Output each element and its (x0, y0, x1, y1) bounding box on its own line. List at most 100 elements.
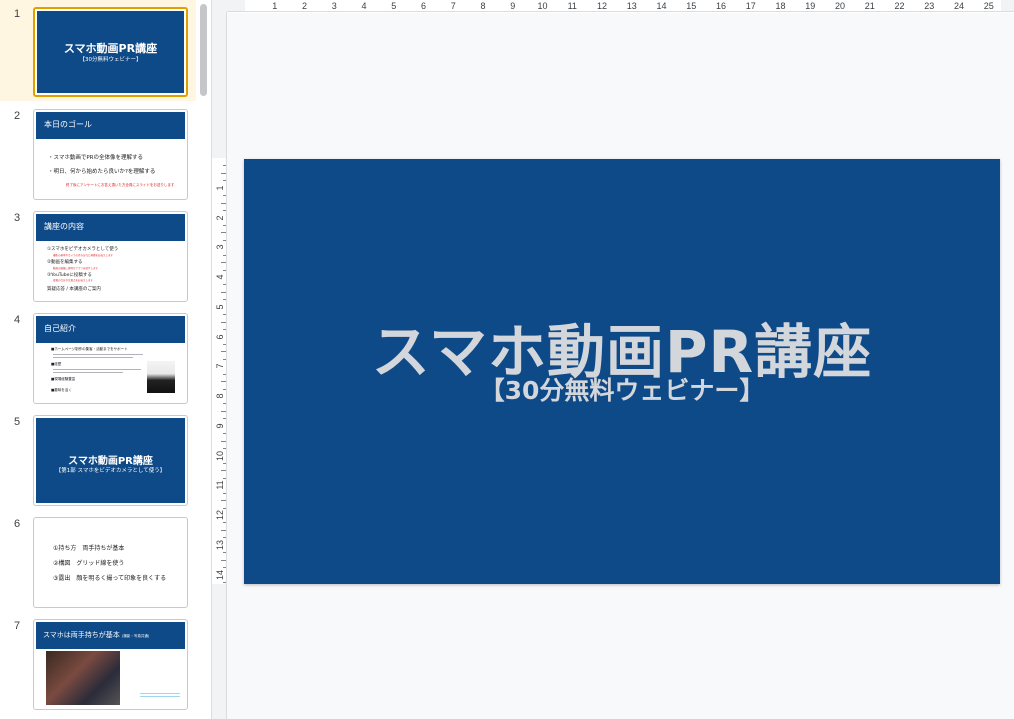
ruler-label: 19 (805, 1, 816, 11)
ruler-label: 24 (953, 1, 965, 11)
thumbnail-text-placeholder (53, 354, 143, 355)
thumbnail-line: ①持ち方 両手持ちが基本 (53, 545, 125, 552)
ruler-mark (221, 529, 226, 531)
ruler-mark (223, 343, 226, 345)
slide-thumbnail[interactable]: ①持ち方 両手持ちが基本 ②構図 グリッド線を使う ③露出 顔を明るく撮って印象… (33, 517, 188, 608)
ruler-label: 13 (215, 539, 225, 550)
ruler-mark (221, 232, 226, 234)
ruler-mark (223, 537, 226, 539)
ruler-mark (223, 507, 226, 509)
ruler-mark (221, 202, 226, 204)
ruler-mark (223, 403, 226, 405)
horizontal-ruler-page-area (245, 0, 1001, 11)
horizontal-ruler[interactable]: 1 2 3 4 5 6 7 8 9 10 11 12 13 14 15 16 17 18 19 20 21 22 23 24 2… (227, 0, 1014, 12)
thumbnail-text-placeholder (53, 357, 133, 358)
ruler-label: 4 (361, 1, 367, 11)
ruler-mark (221, 291, 226, 293)
thumbnail-note: 撮影の基本やカメラの持ち方など基礎をお伝えします (53, 254, 114, 257)
thumbnail-photo (46, 651, 120, 705)
ruler-label: 25 (983, 1, 994, 11)
ruler-label: 10 (215, 450, 225, 461)
thumbnail-decoration (140, 696, 180, 697)
filmstrip-slide-2[interactable]: 2 本日のゴール ・スマホ動画でPRの全体像を理解する ・明日、何から始めたら良… (0, 104, 196, 204)
ruler-mark (223, 373, 226, 375)
vertical-ruler[interactable]: 1 2 3 4 5 6 7 8 9 10 11 12 13 14 (212, 12, 227, 719)
thumbnail-text-placeholder (53, 369, 141, 370)
thumbnail-line: ②構図 グリッド線を使う (53, 560, 125, 567)
ruler-mark (223, 477, 226, 479)
filmstrip-scrollbar[interactable] (200, 4, 207, 96)
ruler-label: 9 (215, 423, 225, 429)
thumbnail-line: ・スマホ動画でPRの全体像を理解する (48, 155, 143, 161)
thumbnail-subtitle: 【第1部 スマホをビデオカメラとして使う】 (55, 468, 166, 474)
thumbnail-line: ③露出 顔を明るく撮って印象を良くする (53, 575, 167, 582)
ruler-label: 9 (510, 1, 516, 11)
slide-thumbnail[interactable]: 自己紹介 ■ホームページ制作の集客・活動までをサポート ■経歴 ■現場経験豊富 … (33, 313, 188, 404)
thumbnail-note: 投稿の仕方や注意点をお伝えします (53, 279, 94, 282)
filmstrip-slide-4[interactable]: 4 自己紹介 ■ホームページ制作の集客・活動までをサポート ■経歴 ■現場経験豊… (0, 308, 196, 408)
thumbnail-header-small: (撮影・写真共通) (122, 634, 150, 638)
slides-editor: 1 スマホ動画PR講座 【30分無料ウェビナー】 2 本日のゴール ・スマホ動画… (0, 0, 1014, 719)
ruler-mark (221, 321, 226, 323)
ruler-mark (223, 567, 226, 569)
thumbnail-title: スマホ動画PR講座 (68, 456, 153, 467)
filmstrip-slide-1[interactable]: 1 スマホ動画PR講座 【30分無料ウェビナー】 (0, 0, 196, 101)
ruler-label: 22 (894, 1, 905, 11)
thumbnail-line: ・明日、何から始めたら良いか?を理解する (48, 169, 156, 175)
ruler-mark (223, 448, 226, 450)
thumbnail-header-bar: スマホは両手持ちが基本 (撮影・写真共通) (36, 622, 185, 649)
thumbnail-line: ■現場経験豊富 (51, 377, 76, 381)
slide-thumbnail[interactable]: スマホ動画PR講座 【30分無料ウェビナー】 (33, 7, 188, 97)
slide-number: 5 (14, 416, 21, 428)
ruler-label: 3 (215, 244, 225, 250)
ruler-label: 6 (420, 1, 427, 11)
ruler-label: 1 (215, 185, 225, 191)
ruler-corner (212, 0, 227, 12)
thumbnail-line: ■経歴 (51, 362, 62, 366)
ruler-label: 8 (480, 1, 486, 11)
ruler-mark (223, 239, 226, 241)
ruler-label: 7 (215, 363, 225, 369)
thumbnail-line: ①スマホをビデオカメラとして使う (47, 247, 119, 252)
ruler-label: 20 (834, 1, 846, 11)
slide-thumbnail[interactable]: スマホ動画PR講座 【第1部 スマホをビデオカメラとして使う】 (33, 415, 188, 506)
ruler-label: 2 (215, 215, 225, 221)
slide-canvas[interactable]: スマホ動画PR講座 【30分無料ウェビナー】 (227, 13, 1014, 719)
thumbnail-subtitle: 【30分無料ウェビナー】 (79, 57, 142, 63)
ruler-mark (223, 358, 226, 360)
slide-thumbnail[interactable]: スマホは両手持ちが基本 (撮影・写真共通) (33, 619, 188, 710)
ruler-mark (223, 210, 226, 212)
filmstrip-slide-3[interactable]: 3 講座の内容 ①スマホをビデオカメラとして使う 撮影の基本やカメラの持ち方など… (0, 206, 196, 306)
thumbnail-line: 質疑応答 / 本講座のご案内 (47, 287, 101, 292)
ruler-label: 17 (745, 1, 756, 11)
ruler-label: 13 (626, 1, 637, 11)
filmstrip-slide-6[interactable]: 6 ①持ち方 両手持ちが基本 ②構図 グリッド線を使う ③露出 顔を明るく撮って… (0, 512, 196, 612)
slide-thumbnail[interactable]: 講座の内容 ①スマホをビデオカメラとして使う 撮影の基本やカメラの持ち方など基礎… (33, 211, 188, 302)
ruler-label: 14 (215, 569, 225, 580)
ruler-mark (221, 500, 226, 502)
ruler-mark (223, 269, 226, 271)
thumbnail-header: スマホは両手持ちが基本 (撮影・写真共通) (43, 630, 149, 640)
profile-photo (147, 361, 175, 393)
ruler-mark (223, 492, 226, 494)
slide-thumbnail[interactable]: 本日のゴール ・スマホ動画でPRの全体像を理解する ・明日、何から始めたら良いか… (33, 109, 188, 200)
ruler-mark (221, 172, 226, 174)
ruler-label: 18 (775, 1, 786, 11)
filmstrip-slide-5[interactable]: 5 スマホ動画PR講座 【第1部 スマホをビデオカメラとして使う】 (0, 410, 196, 510)
ruler-label: 8 (215, 393, 225, 399)
slide-number: 1 (14, 8, 21, 20)
ruler-label: 10 (537, 1, 548, 11)
slide-number: 6 (14, 518, 21, 530)
ruler-label: 11 (215, 480, 225, 490)
slide-number: 4 (14, 314, 21, 326)
slide-number: 2 (14, 110, 21, 122)
ruler-mark (221, 410, 226, 412)
thumbnail-line: ②動画を編集する (47, 260, 83, 265)
thumbnail-line: ■趣味を活く (51, 388, 72, 392)
ruler-mark (223, 329, 226, 331)
filmstrip-slide-7[interactable]: 7 スマホは両手持ちが基本 (撮影・写真共通) (0, 614, 196, 714)
current-slide[interactable]: スマホ動画PR講座 【30分無料ウェビナー】 (244, 159, 1000, 584)
ruler-mark (223, 314, 226, 316)
slide-subtitle[interactable]: 【30分無料ウェビナー】 (244, 371, 1000, 407)
ruler-label: 23 (924, 1, 935, 11)
